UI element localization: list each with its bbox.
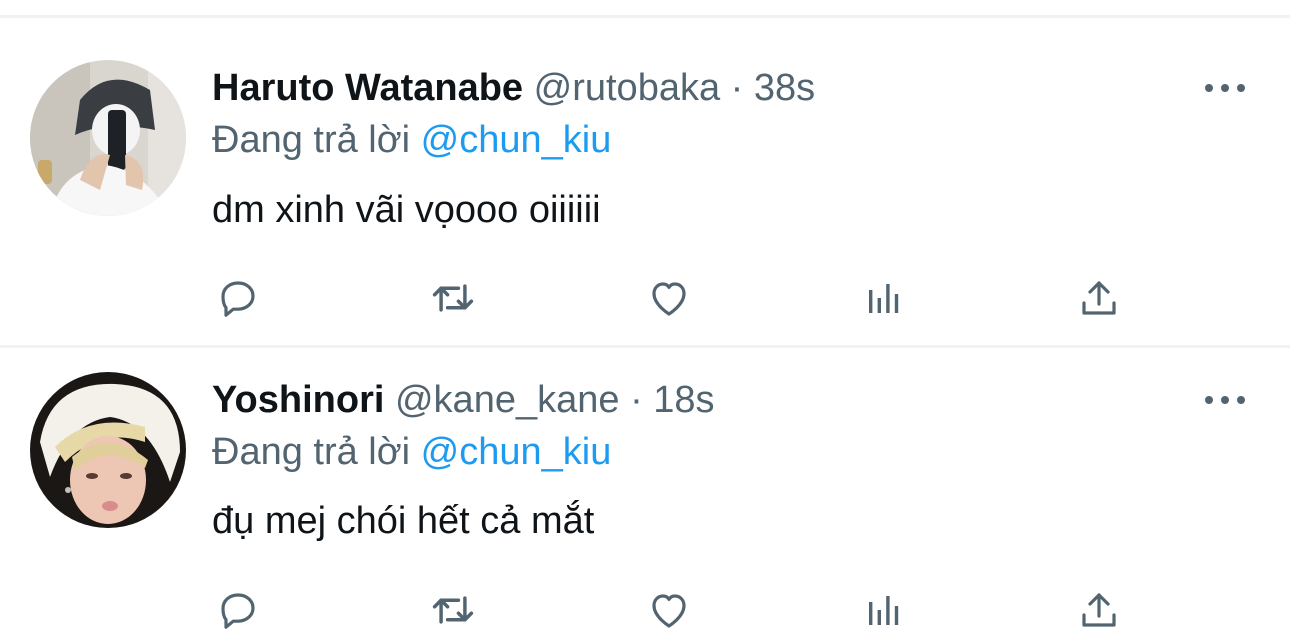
tweet-text: dm xinh vãi vọooo oiiiiii [212,189,601,231]
replying-to-label: Đang trả lời [212,431,411,473]
replying-to-label: Đang trả lời [212,119,411,161]
more-horizontal-icon [1205,396,1213,404]
retweet-icon [432,284,474,312]
timestamp[interactable]: 38s [754,67,815,109]
analytics-icon [869,284,899,313]
more-options-button[interactable] [1205,80,1245,96]
tweet-1[interactable]: Haruto Watanabe @rutobaka · 38s Đang trả… [0,0,1290,345]
tweet-header: Haruto Watanabe @rutobaka · 38s [212,66,815,110]
reply-icon [221,593,255,629]
avatar[interactable] [30,60,186,216]
retweet-icon [432,596,474,624]
analytics-button[interactable] [856,270,912,326]
replying-to: Đang trả lời @chun_kiu [212,118,611,162]
retweet-button[interactable] [425,582,481,638]
like-button[interactable] [641,270,697,326]
share-icon [1082,593,1116,627]
more-horizontal-icon [1205,84,1213,92]
more-options-button[interactable] [1205,392,1245,408]
share-button[interactable] [1071,270,1127,326]
replying-to: Đang trả lời @chun_kiu [212,430,611,474]
like-button[interactable] [641,582,697,638]
reply-button[interactable] [210,582,266,638]
mention-link[interactable]: @chun_kiu [421,431,612,473]
tweet-2[interactable]: Yoshinori @kane_kane · 18s Đang trả lời … [0,348,1290,629]
analytics-button[interactable] [856,582,912,638]
user-handle[interactable]: @kane_kane [395,379,620,421]
like-icon [652,282,686,316]
separator-dot: · [630,379,643,421]
reply-icon [221,281,255,317]
reply-button[interactable] [210,270,266,326]
separator-dot: · [730,67,744,109]
mention-link[interactable]: @chun_kiu [421,119,612,161]
action-bar [0,270,1290,326]
timestamp[interactable]: 18s [653,379,714,421]
display-name[interactable]: Yoshinori [212,379,384,421]
action-bar [0,582,1290,638]
like-icon [652,594,686,628]
analytics-icon [869,596,899,625]
display-name[interactable]: Haruto Watanabe [212,67,523,109]
avatar[interactable] [30,372,186,528]
tweet-header: Yoshinori @kane_kane · 18s [212,378,715,422]
tweet-text: đụ mej chói hết cả mắt [212,500,595,542]
share-icon [1082,281,1116,315]
retweet-button[interactable] [425,270,481,326]
user-handle[interactable]: @rutobaka [534,67,720,109]
share-button[interactable] [1071,582,1127,638]
